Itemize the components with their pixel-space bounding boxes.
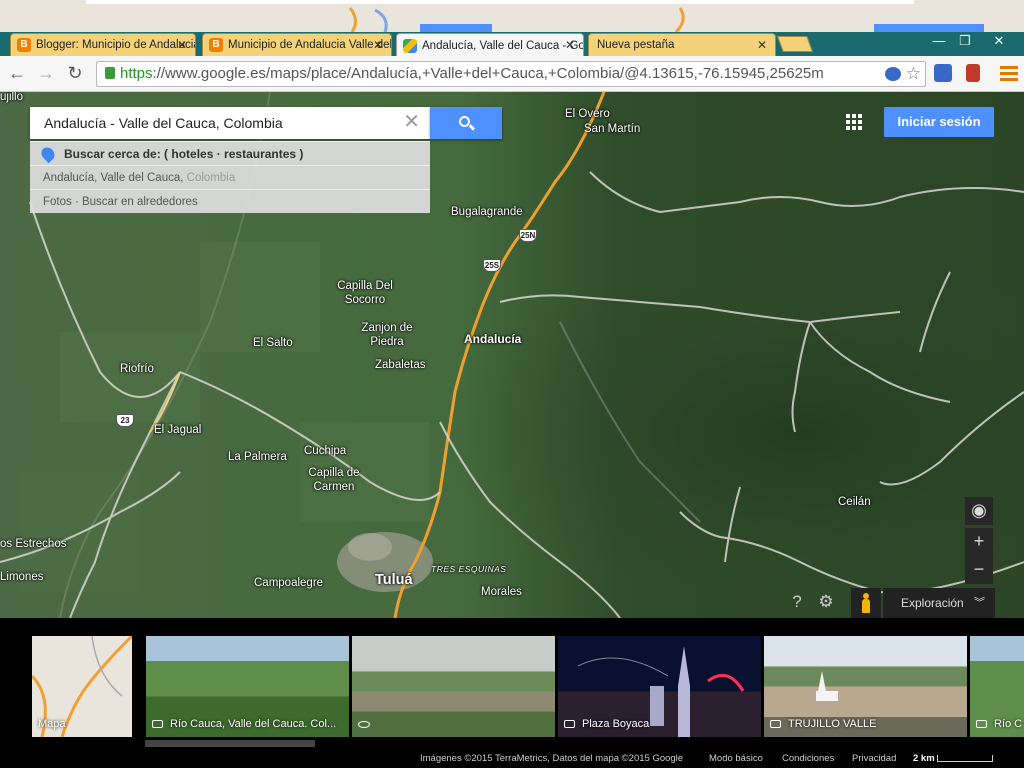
place-label[interactable]: La Palmera: [228, 450, 287, 464]
route-shield-25n: 25N: [519, 229, 537, 242]
bookmark-star-icon[interactable]: ☆: [902, 62, 921, 86]
place-label[interactable]: San Martín: [584, 122, 640, 136]
photo-card[interactable]: Río Cauca, Valle del Cauca. Col...: [146, 636, 349, 737]
address-bar[interactable]: https://www.google.es/maps/place/Andaluc…: [96, 61, 926, 87]
forward-arrow-icon[interactable]: →: [34, 62, 58, 86]
place-label[interactable]: Riofrío: [120, 362, 154, 376]
tab-municipio[interactable]: B Municipio de Andalucia Valle del Cauca…: [202, 33, 392, 56]
close-tab-icon[interactable]: ✕: [565, 38, 575, 52]
background-map-fragment: [0, 0, 1024, 32]
close-tab-icon[interactable]: ✕: [373, 38, 383, 52]
location-pin-icon: [38, 144, 58, 164]
photo-strip: Mapa Río Cauca, Valle del Cauca. Col... …: [0, 618, 1024, 768]
apps-grid-icon[interactable]: [846, 114, 862, 130]
map-canvas[interactable]: 25N 25S 23 El Overo San Martín Bugalagra…: [0, 92, 1024, 618]
browser-toolbar: ← → ↻ https://www.google.es/maps/place/A…: [0, 56, 1024, 92]
scale-label[interactable]: 2 km: [913, 753, 935, 764]
photo-card[interactable]: Río C: [970, 636, 1024, 737]
place-label-tulua[interactable]: Tuluá: [375, 573, 413, 588]
search-icon: [459, 116, 470, 127]
scale-bar: [937, 755, 993, 762]
translate-icon[interactable]: [934, 64, 952, 82]
camera-icon: [976, 720, 987, 728]
blogger-icon: B: [17, 38, 31, 52]
photo-strip-scrollbar[interactable]: [145, 740, 315, 747]
lock-icon: [105, 67, 115, 79]
pegman-icon: [861, 593, 871, 613]
camera-icon: [770, 720, 781, 728]
chevron-down-icon: ︾: [974, 597, 985, 609]
tab-blogger[interactable]: B Blogger: Municipio de Andalucia ✕: [10, 33, 196, 56]
place-label[interactable]: El Overo: [565, 107, 610, 121]
place-label[interactable]: Morales: [481, 585, 522, 599]
photosphere-icon: [358, 721, 370, 728]
pegman-button[interactable]: [851, 588, 881, 618]
place-label[interactable]: Cuchipa: [304, 444, 346, 458]
search-button[interactable]: [430, 107, 502, 139]
photosphere-card[interactable]: [352, 636, 555, 737]
my-location-icon[interactable]: ◉: [965, 497, 993, 525]
zoom-out-button[interactable]: −: [965, 556, 993, 584]
place-label[interactable]: El Salto: [253, 336, 293, 350]
terms-link[interactable]: Condiciones: [782, 753, 834, 764]
reload-icon[interactable]: ↻: [63, 62, 87, 86]
sign-in-button[interactable]: Iniciar sesión: [884, 107, 994, 137]
new-tab-button[interactable]: [777, 36, 813, 52]
place-label[interactable]: El Jagual: [154, 423, 201, 437]
explore-toggle[interactable]: Exploración ︾: [883, 588, 995, 618]
help-icon[interactable]: ?: [788, 593, 806, 611]
suggestion-place[interactable]: Andalucía, Valle del Cauca, Colombia: [30, 165, 430, 189]
suggestion-photos[interactable]: Fotos · Buscar en alrededores: [30, 189, 430, 213]
maximize-button[interactable]: ❐: [952, 34, 978, 50]
place-label[interactable]: Capilla Del Socorro: [330, 279, 400, 307]
google-maps-icon: [403, 38, 417, 53]
place-label[interactable]: Zabaletas: [375, 358, 426, 372]
chrome-menu-icon[interactable]: [1000, 64, 1018, 82]
place-label-andalucia[interactable]: Andalucía: [464, 332, 521, 346]
tab-bar: B Blogger: Municipio de Andalucia ✕ B Mu…: [0, 32, 1024, 57]
place-label[interactable]: Ceilán: [838, 495, 871, 509]
photo-card[interactable]: Plaza Boyaca: [558, 636, 761, 737]
gear-icon[interactable]: ⚙: [817, 593, 835, 611]
extension-icon[interactable]: [885, 67, 901, 81]
minimize-button[interactable]: —: [926, 34, 952, 50]
background-page-strip: [0, 0, 1024, 32]
place-label[interactable]: os Estrechos: [0, 537, 66, 551]
clear-search-icon[interactable]: ✕: [403, 107, 420, 137]
camera-icon: [152, 720, 163, 728]
close-window-button[interactable]: ✕: [986, 34, 1012, 50]
place-label[interactable]: Capilla de Carmen: [302, 466, 366, 494]
close-tab-icon[interactable]: ✕: [757, 38, 767, 52]
basic-mode-link[interactable]: Modo básico: [709, 753, 763, 764]
search-input[interactable]: Andalucía - Valle del Cauca, Colombia ✕: [30, 107, 430, 139]
place-label[interactable]: Bugalagrande: [451, 205, 523, 219]
zoom-in-button[interactable]: +: [965, 528, 993, 556]
attribution-text: Imágenes ©2015 TerraMetrics, Datos del m…: [420, 753, 684, 764]
book-icon[interactable]: [966, 64, 980, 82]
camera-icon: [564, 720, 575, 728]
place-label[interactable]: Campoalegre: [254, 576, 323, 590]
map-thumbnail[interactable]: Mapa: [32, 636, 132, 737]
blogger-icon: B: [209, 38, 223, 52]
place-label[interactable]: Zanjon de Piedra: [358, 321, 416, 349]
privacy-link[interactable]: Privacidad: [852, 753, 896, 764]
photo-card[interactable]: TRUJILLO VALLE: [764, 636, 967, 737]
suggestion-search-nearby[interactable]: Buscar cerca de: ( hoteles · restaurante…: [30, 141, 430, 165]
back-arrow-icon[interactable]: ←: [5, 62, 29, 86]
map-footer: Imágenes ©2015 TerraMetrics, Datos del m…: [0, 751, 1024, 768]
route-shield-23: 23: [116, 414, 134, 427]
tab-google-maps[interactable]: Andalucía, Valle del Cauca - Google Maps…: [396, 33, 584, 57]
place-label[interactable]: ujillo: [0, 92, 23, 104]
place-label[interactable]: Limones: [0, 570, 43, 584]
road-label: TRES ESQUINAS: [431, 564, 507, 574]
tab-new[interactable]: Nueva pestaña ✕: [588, 33, 776, 56]
route-shield-25s: 25S: [483, 259, 501, 272]
close-tab-icon[interactable]: ✕: [177, 38, 187, 52]
